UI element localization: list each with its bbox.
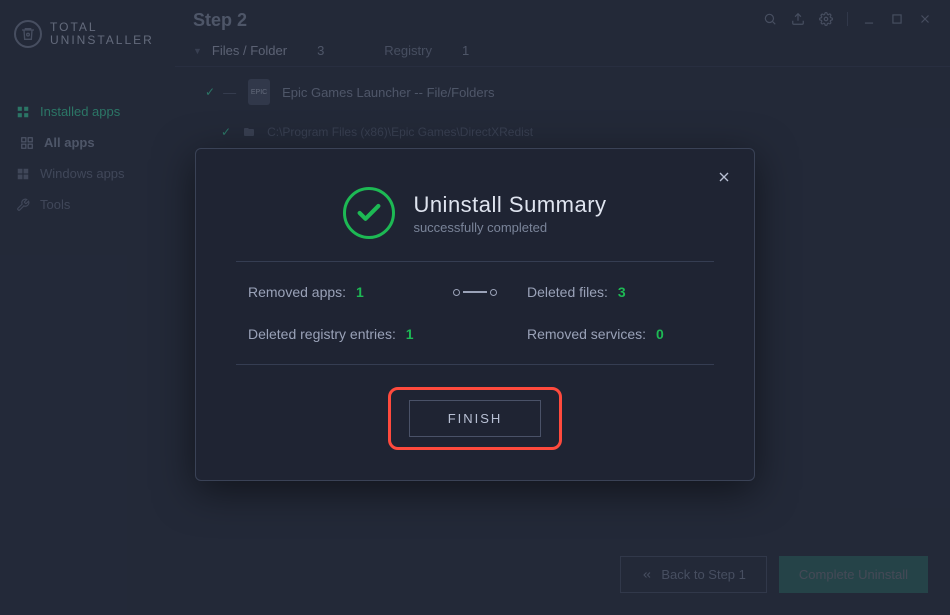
stat-value: 1 [406,326,414,342]
close-button[interactable] [714,167,734,187]
success-check-icon [343,187,395,239]
connector-icon [453,289,497,296]
stat-value: 0 [656,326,664,342]
deleted-files-stat: Deleted files: 3 [517,284,702,300]
removed-services-stat: Removed services: 0 [517,326,702,342]
stat-label: Removed services: [527,326,646,342]
stat-label: Removed apps: [248,284,346,300]
uninstall-summary-modal: Uninstall Summary successfully completed… [195,148,755,481]
stat-value: 3 [618,284,626,300]
summary-stats: Removed apps: 1 Deleted files: 3 Deleted… [236,284,714,342]
deleted-registry-stat: Deleted registry entries: 1 [248,326,433,342]
modal-subtitle: successfully completed [413,220,606,235]
divider [236,261,714,262]
removed-apps-stat: Removed apps: 1 [248,284,433,300]
stat-label: Deleted files: [527,284,608,300]
close-icon [716,169,732,185]
modal-title: Uninstall Summary [413,192,606,218]
finish-highlight-box: FINISH [388,387,563,450]
divider [236,364,714,365]
stat-label: Deleted registry entries: [248,326,396,342]
stat-value: 1 [356,284,364,300]
finish-button[interactable]: FINISH [409,400,542,437]
